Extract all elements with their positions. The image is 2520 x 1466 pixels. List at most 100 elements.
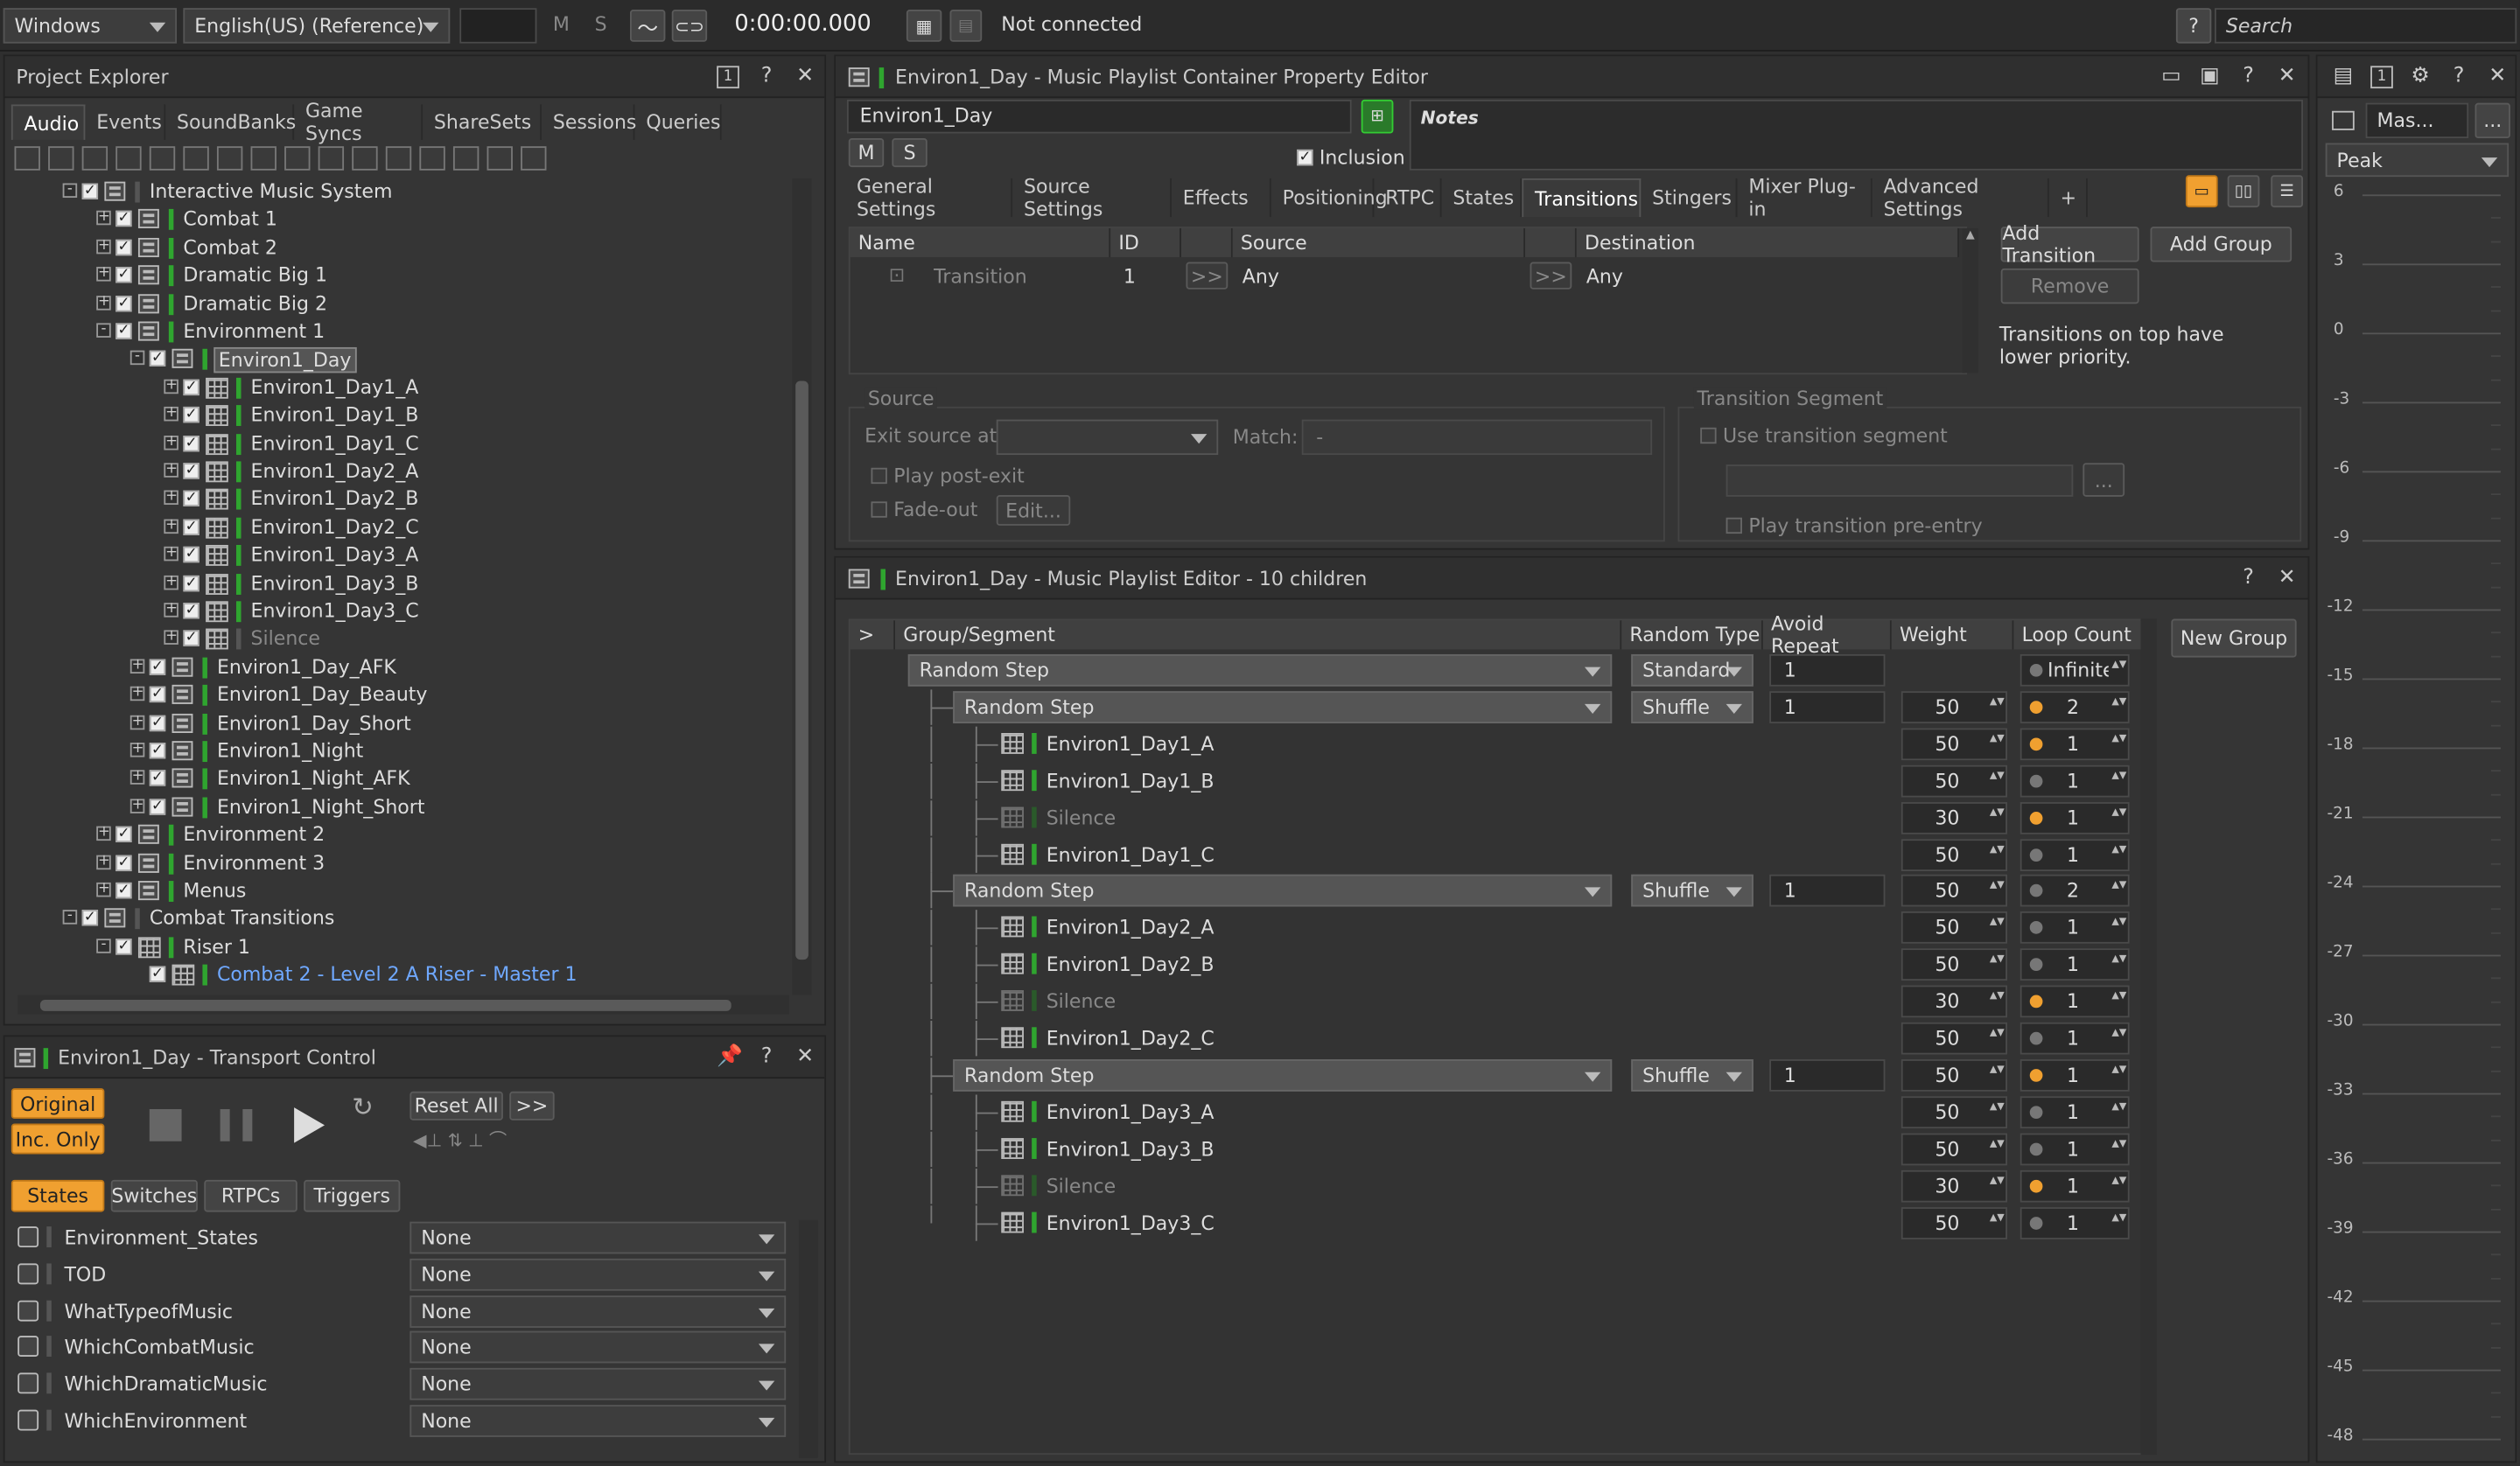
tab-positioning[interactable]: Positioning	[1271, 178, 1388, 218]
music-segment-icon[interactable]	[419, 146, 445, 171]
weight-field[interactable]: 50 ▲▼	[1900, 1022, 2008, 1055]
segment-row[interactable]: Environ1_Day2_C 50 ▲▼ 1 ▲▼	[850, 1020, 2149, 1057]
hierarchy-icon[interactable]: ⊞	[1361, 99, 1394, 134]
loop-spinner-icon[interactable]: ▲▼	[2111, 734, 2126, 753]
loop-count-field[interactable]: 1 ▲▼	[2020, 1133, 2130, 1165]
tab-transitions[interactable]: Transitions	[1522, 178, 1642, 218]
work-unit-icon[interactable]	[81, 146, 108, 171]
mute-toggle[interactable]: M	[553, 13, 570, 36]
loop-spinner-icon[interactable]: ▲▼	[2111, 1101, 2126, 1121]
include-checkbox[interactable]: ✓	[149, 770, 166, 787]
include-checkbox[interactable]: ✓	[183, 463, 200, 479]
expand-icon[interactable]: +	[164, 462, 178, 478]
weight-field[interactable]: 50 ▲▼	[1900, 911, 2008, 945]
language-dropdown[interactable]: English(US) (Reference)	[183, 8, 451, 44]
inc-only-button[interactable]: Inc. Only	[10, 1123, 105, 1155]
more-button[interactable]: >>	[509, 1091, 555, 1120]
table-scrollbar[interactable]: ▲	[1962, 227, 1978, 373]
tree-item[interactable]: + ✓ Environ1_Day_AFK	[11, 654, 783, 681]
group-row[interactable]: Random Step Shuffle 1 50 ▲▼ 2 ▲▼	[850, 689, 2149, 725]
avoid-repeat-field[interactable]: 1	[1769, 1058, 1886, 1092]
expand-icon[interactable]: +	[96, 239, 111, 254]
loop-count-field[interactable]: Infinite ▲▼	[2020, 653, 2130, 687]
collapse-icon[interactable]: -	[96, 938, 111, 953]
mute-button[interactable]: M	[848, 138, 885, 168]
save-icon[interactable]: ▣	[2199, 65, 2222, 88]
tree-item[interactable]: + ✓ Combat 2	[11, 234, 783, 262]
add-group-button[interactable]: Add Group	[2150, 227, 2292, 262]
segment-row[interactable]: Environ1_Day3_B 50 ▲▼ 1 ▲▼	[850, 1131, 2149, 1167]
segment-row[interactable]: Silence 30 ▲▼ 1 ▲▼	[850, 799, 2149, 835]
tab-events[interactable]: Events	[85, 104, 166, 140]
loop-count-field[interactable]: 1 ▲▼	[2020, 1022, 2130, 1055]
tab-game-syncs[interactable]: Game Syncs	[294, 100, 424, 144]
weight-spinner-icon[interactable]: ▲▼	[1990, 954, 2005, 974]
pin-number-icon[interactable]: 1	[2370, 66, 2393, 89]
help-icon[interactable]: ?	[2447, 65, 2470, 88]
loop-count-field[interactable]: 1 ▲▼	[2020, 838, 2130, 871]
state-value-dropdown[interactable]: None	[410, 1368, 787, 1400]
expand-icon[interactable]: +	[164, 630, 178, 646]
include-checkbox[interactable]: ✓	[183, 379, 200, 395]
weight-spinner-icon[interactable]: ▲▼	[1990, 696, 2005, 716]
include-checkbox[interactable]: ✓	[116, 882, 132, 899]
loop-count-field[interactable]: 2 ▲▼	[2020, 691, 2130, 723]
expand-icon[interactable]: +	[164, 546, 178, 562]
loop-count-field[interactable]: 1 ▲▼	[2020, 801, 2130, 834]
segment-row[interactable]: Environ1_Day3_A 50 ▲▼ 1 ▲▼	[850, 1094, 2149, 1130]
layout-split-icon[interactable]: ▯▯	[2227, 175, 2260, 208]
weight-field[interactable]: 50 ▲▼	[1900, 875, 2008, 908]
random-type-dropdown[interactable]: Standard	[1631, 653, 1754, 687]
tab-audio[interactable]: Audio	[10, 104, 86, 140]
layout-stack-icon[interactable]: ☰	[2271, 175, 2303, 208]
pin-icon[interactable]: 📌	[717, 1045, 743, 1069]
weight-spinner-icon[interactable]: ▲▼	[1990, 881, 2005, 901]
tree-item[interactable]: - ✓ Combat Transitions	[11, 905, 783, 932]
loop-count-field[interactable]: 1 ▲▼	[2020, 764, 2130, 797]
random-type-dropdown[interactable]: Shuffle	[1631, 1058, 1754, 1092]
tree-item[interactable]: + ✓ Environ1_Day2_C	[11, 514, 783, 541]
weight-spinner-icon[interactable]: ▲▼	[1990, 844, 2005, 864]
avoid-repeat-field[interactable]: 1	[1769, 653, 1886, 687]
expand-icon[interactable]: +	[130, 714, 145, 730]
play-icon[interactable]	[294, 1107, 326, 1143]
expand-icon[interactable]: +	[164, 406, 178, 422]
tree-item[interactable]: + ✓ Environ1_Day1_C	[11, 430, 783, 457]
include-checkbox[interactable]: ✓	[149, 659, 166, 675]
expand-icon[interactable]: +	[130, 658, 145, 674]
tree-item[interactable]: + ✓ Environ1_Day2_B	[11, 486, 783, 513]
include-checkbox[interactable]: ✓	[149, 798, 166, 815]
pause-icon[interactable]	[220, 1109, 253, 1141]
notes-field[interactable]: Notes	[1409, 99, 2303, 171]
expand-icon[interactable]: +	[164, 378, 178, 394]
loop-spinner-icon[interactable]: ▲▼	[2111, 660, 2126, 680]
music-track-icon[interactable]	[452, 146, 480, 171]
loop-spinner-icon[interactable]: ▲▼	[2111, 771, 2126, 791]
match-field[interactable]: -	[1301, 419, 1653, 456]
pre-entry-checkbox[interactable]	[1726, 517, 1742, 534]
tree-item[interactable]: + ✓ Environ1_Night_AFK	[11, 765, 783, 792]
tab-queries[interactable]: Queries	[634, 104, 722, 140]
group-type-dropdown[interactable]: Random Step	[953, 691, 1613, 723]
loop-count-field[interactable]: 1 ▲▼	[2020, 985, 2130, 1018]
add-transition-button[interactable]: Add Transition	[2000, 222, 2139, 267]
collapse-icon[interactable]: -	[62, 910, 78, 925]
loop-spinner-icon[interactable]: ▲▼	[2111, 807, 2126, 827]
sound-icon[interactable]	[521, 146, 547, 171]
loop-count-field[interactable]: 2 ▲▼	[2020, 875, 2130, 908]
tree-item[interactable]: + ✓ Environ1_Day2_A	[11, 458, 783, 485]
include-checkbox[interactable]: ✓	[149, 351, 166, 367]
help-icon[interactable]: ?	[2237, 567, 2260, 590]
expand-icon[interactable]: +	[164, 518, 178, 534]
solo-toggle[interactable]: S	[595, 13, 607, 36]
weight-spinner-icon[interactable]: ▲▼	[1990, 1212, 2005, 1232]
expand-icon[interactable]: +	[96, 882, 111, 897]
close-icon[interactable]: ✕	[794, 65, 816, 88]
help-icon[interactable]: ?	[2237, 65, 2260, 88]
meter-icon[interactable]: ▤	[2332, 65, 2355, 88]
original-button[interactable]: Original	[10, 1088, 105, 1120]
profiler-icon[interactable]: 〜	[629, 10, 666, 42]
loop-count-field[interactable]: 1 ▲▼	[2020, 1206, 2130, 1239]
expand-icon[interactable]: +	[164, 434, 178, 450]
tree-item[interactable]: + ✓ Combat 1	[11, 206, 783, 234]
